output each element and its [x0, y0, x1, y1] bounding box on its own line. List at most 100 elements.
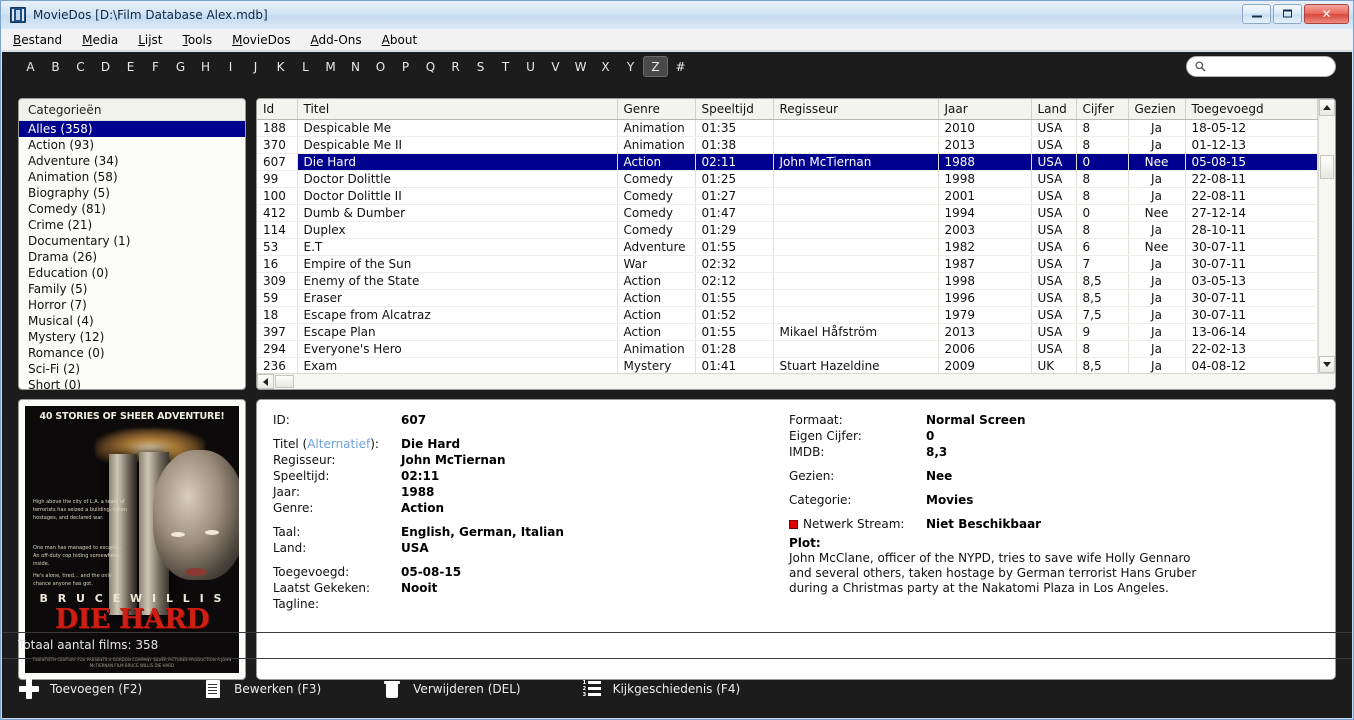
scroll-left-button[interactable]	[257, 374, 274, 389]
menu-lijst[interactable]: Lijst	[137, 31, 171, 49]
categories-list[interactable]: Alles (358) Action (93) Adventure (34) Anim…	[19, 121, 245, 389]
menu-bestand[interactable]: BBestandestand	[12, 31, 71, 49]
table-row[interactable]: 188 Despicable Me Animation 01:35 2010 USA 8 Ja…	[257, 119, 1318, 137]
table-row[interactable]: 236 Exam Mystery 01:41 Stuart Hazeldine 2009 U…	[257, 357, 1318, 373]
column-header-genre[interactable]: Genre	[617, 99, 696, 120]
alpha-filter-a[interactable]: A	[18, 56, 43, 77]
cell-gezien: Ja	[1128, 136, 1186, 154]
close-button[interactable]: ✕	[1304, 4, 1349, 24]
search-input[interactable]	[1210, 59, 1328, 74]
column-header-id[interactable]: Id	[257, 99, 298, 120]
alpha-filter-b[interactable]: B	[43, 56, 68, 77]
category-item[interactable]: Adventure (34)	[19, 153, 245, 169]
category-item[interactable]: Documentary (1)	[19, 233, 245, 249]
menu-about[interactable]: About	[381, 31, 427, 49]
table-row[interactable]: 114 Duplex Comedy 01:29 2003 USA 8 Ja 28-10-11	[257, 221, 1318, 239]
table-row[interactable]: 397 Escape Plan Action 01:55 Mikael Håfström…	[257, 323, 1318, 341]
table-row[interactable]: 59 Eraser Action 01:55 1996 USA 8,5 Ja 30-07-11	[257, 289, 1318, 307]
table-row[interactable]: 412 Dumb & Dumber Comedy 01:47 1994 USA 0 Nee 27…	[257, 204, 1318, 222]
alpha-filter-q[interactable]: Q	[418, 56, 443, 77]
alpha-filter-hash[interactable]: #	[668, 56, 693, 77]
scroll-down-button[interactable]	[1319, 356, 1335, 373]
horizontal-scroll-thumb[interactable]	[275, 375, 294, 388]
column-header-speeltijd[interactable]: Speeltijd	[695, 99, 774, 120]
alpha-filter-w[interactable]: W	[568, 56, 593, 77]
delete-button[interactable]: Verwijderen (DEL)	[381, 678, 521, 700]
alpha-filter-s[interactable]: S	[468, 56, 493, 77]
table-row[interactable]: 370 Despicable Me II Animation 01:38 2013 USA…	[257, 136, 1318, 154]
menu-tools[interactable]: Tools	[182, 31, 222, 49]
vertical-scrollbar[interactable]	[1318, 99, 1335, 373]
menu-media[interactable]: Media	[81, 31, 127, 49]
table-row[interactable]: 53 E.T Adventure 01:55 1982 USA 6 Nee 30-07-11	[257, 238, 1318, 256]
table-row[interactable]: 99 Doctor Dolittle Comedy 01:25 1998 USA 8 Ja 22…	[257, 170, 1318, 188]
alpha-filter-f[interactable]: F	[143, 56, 168, 77]
alpha-filter-h[interactable]: H	[193, 56, 218, 77]
history-button[interactable]: 123 Kijkgeschiedenis (F4)	[581, 678, 741, 700]
alpha-filter-u[interactable]: U	[518, 56, 543, 77]
maximize-button[interactable]	[1273, 4, 1302, 24]
alpha-filter-p[interactable]: P	[393, 56, 418, 77]
alpha-filter-m[interactable]: M	[318, 56, 343, 77]
cell-toegevoegd: 22-08-11	[1185, 187, 1318, 205]
category-item[interactable]: Alles (358)	[19, 121, 245, 137]
cell-id: 294	[257, 340, 298, 358]
category-item[interactable]: Short (0)	[19, 377, 245, 389]
edit-button[interactable]: Bewerken (F3)	[202, 678, 321, 700]
category-item[interactable]: Horror (7)	[19, 297, 245, 313]
cell-jaar: 1998	[938, 272, 1032, 290]
table-row[interactable]: 16 Empire of the Sun War 02:32 1987 USA 7 Ja 30-…	[257, 255, 1318, 273]
category-item[interactable]: Sci-Fi (2)	[19, 361, 245, 377]
category-item[interactable]: Education (0)	[19, 265, 245, 281]
table-row[interactable]: 294 Everyone's Hero Animation 01:28 2006 USA 8…	[257, 340, 1318, 358]
alpha-filter-i[interactable]: I	[218, 56, 243, 77]
alpha-filter-l[interactable]: L	[293, 56, 318, 77]
alternatief-link[interactable]: Alternatief	[307, 437, 370, 451]
column-header-titel[interactable]: Titel	[297, 99, 618, 120]
table-row[interactable]: 18 Escape from Alcatraz Action 01:52 1979 USA…	[257, 306, 1318, 324]
alpha-filter-g[interactable]: G	[168, 56, 193, 77]
alpha-filter-d[interactable]: D	[93, 56, 118, 77]
column-header-land[interactable]: Land	[1031, 99, 1077, 120]
category-item[interactable]: Mystery (12)	[19, 329, 245, 345]
category-item[interactable]: Animation (58)	[19, 169, 245, 185]
category-item[interactable]: Biography (5)	[19, 185, 245, 201]
alpha-filter-v[interactable]: V	[543, 56, 568, 77]
scroll-up-button[interactable]	[1319, 99, 1335, 116]
menu-moviedos[interactable]: MovieDos	[231, 31, 299, 49]
column-header-gezien[interactable]: Gezien	[1128, 99, 1186, 120]
table-row[interactable]: 100 Doctor Dolittle II Comedy 01:27 2001 USA 8…	[257, 187, 1318, 205]
alpha-filter-e[interactable]: E	[118, 56, 143, 77]
category-item[interactable]: Romance (0)	[19, 345, 245, 361]
alpha-filter-o[interactable]: O	[368, 56, 393, 77]
alpha-filter-k[interactable]: K	[268, 56, 293, 77]
search-box[interactable]	[1186, 56, 1336, 77]
horizontal-scrollbar[interactable]	[257, 373, 1335, 389]
category-item[interactable]: Drama (26)	[19, 249, 245, 265]
vertical-scroll-thumb[interactable]	[1320, 155, 1334, 179]
menu-addons[interactable]: Add-Ons	[309, 31, 370, 49]
alpha-filter-j[interactable]: J	[243, 56, 268, 77]
category-item[interactable]: Comedy (81)	[19, 201, 245, 217]
category-item[interactable]: Family (5)	[19, 281, 245, 297]
minimize-button[interactable]	[1242, 4, 1271, 24]
category-item[interactable]: Action (93)	[19, 137, 245, 153]
alpha-filter-r[interactable]: R	[443, 56, 468, 77]
alpha-filter-n[interactable]: N	[343, 56, 368, 77]
numbered-list-icon: 123	[581, 678, 603, 700]
category-item[interactable]: Crime (21)	[19, 217, 245, 233]
alpha-filter-x[interactable]: X	[593, 56, 618, 77]
table-row[interactable]: 607 Die Hard Action 02:11 John McTiernan 1988…	[257, 153, 1318, 171]
alpha-filter-y[interactable]: Y	[618, 56, 643, 77]
column-header-jaar[interactable]: Jaar	[938, 99, 1032, 120]
cell-jaar: 2001	[938, 187, 1032, 205]
alpha-filter-t[interactable]: T	[493, 56, 518, 77]
table-row[interactable]: 309 Enemy of the State Action 02:12 1998 USA 8…	[257, 272, 1318, 290]
add-button[interactable]: Toevoegen (F2)	[18, 678, 142, 700]
column-header-regisseur[interactable]: Regisseur	[773, 99, 939, 120]
alpha-filter-z[interactable]: Z	[643, 56, 668, 77]
column-header-cijfer[interactable]: Cijfer	[1076, 99, 1129, 120]
category-item[interactable]: Musical (4)	[19, 313, 245, 329]
alpha-filter-c[interactable]: C	[68, 56, 93, 77]
column-header-toegevoegd[interactable]: Toegevoegd	[1185, 99, 1318, 120]
